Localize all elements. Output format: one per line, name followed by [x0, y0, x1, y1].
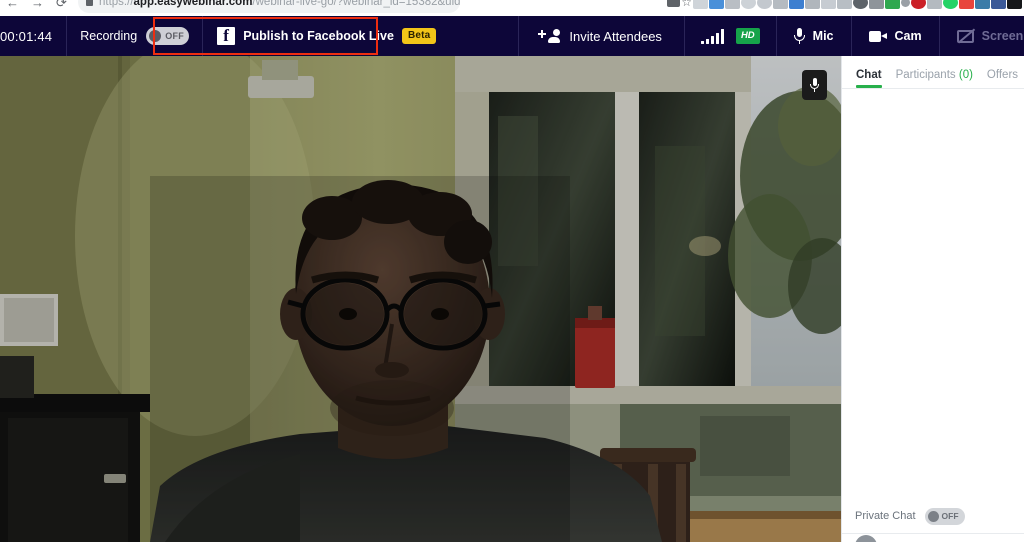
camera-icon: [868, 30, 887, 42]
extension-icon-14[interactable]: [901, 0, 910, 7]
session-timer: 00:01:44: [0, 28, 53, 44]
private-chat-label: Private Chat: [855, 510, 916, 522]
avatar: [855, 535, 877, 542]
facebook-live-label: Publish to Facebook Live: [243, 29, 394, 43]
mic-label: Mic: [812, 29, 834, 43]
pinterest-icon[interactable]: [911, 0, 926, 9]
app-toolbar: 00:01:44 Recording OFF Publish to Facebo…: [0, 16, 1024, 56]
forward-arrow-icon[interactable]: →: [31, 0, 44, 14]
url-prefix: https://: [99, 0, 134, 8]
facebook-ext-icon[interactable]: [991, 0, 1006, 9]
recording-toggle-group[interactable]: Recording OFF: [67, 16, 202, 56]
tab-participants-label: Participants: [895, 69, 956, 81]
toggle-knob: [149, 30, 162, 42]
extension-icon-11[interactable]: [853, 0, 868, 9]
cam-label: Cam: [894, 29, 922, 43]
recording-toggle[interactable]: OFF: [146, 27, 190, 45]
tab-chat-label: Chat: [856, 69, 882, 81]
extension-icon-4[interactable]: [741, 0, 756, 9]
extension-icon-1[interactable]: [693, 0, 708, 9]
cast-icon[interactable]: [667, 0, 681, 7]
extension-icon-10[interactable]: [837, 0, 852, 9]
recording-label: Recording: [80, 29, 138, 43]
url-text: https://app.easywebinar.com/webinar-live…: [99, 0, 460, 13]
private-chat-toggle-state: OFF: [941, 511, 959, 521]
back-arrow-icon[interactable]: ←: [6, 0, 19, 14]
screen-share-disabled-icon: [956, 28, 975, 44]
chat-message-list[interactable]: [842, 90, 1024, 499]
webcam-video-frame: [0, 56, 841, 542]
toggle-knob: [927, 510, 939, 522]
facebook-icon: [217, 27, 236, 45]
chat-sidebar: Chat Participants (0) Offers Private Cha…: [841, 56, 1024, 542]
extension-icon-15[interactable]: [927, 0, 942, 9]
hd-quality-badge: HD: [735, 28, 760, 44]
extension-icon-13[interactable]: [885, 0, 900, 9]
browser-nav-controls[interactable]: ← → ⟳ ⌂: [0, 0, 87, 14]
beta-badge: Beta: [401, 28, 437, 44]
tab-offers-label: Offers: [986, 69, 1019, 81]
publish-to-facebook-live-button[interactable]: Publish to Facebook Live Beta: [203, 16, 448, 56]
extension-icon-12[interactable]: [869, 0, 884, 9]
tab-offers[interactable]: Offers: [987, 69, 1018, 88]
extension-icon-8[interactable]: [805, 0, 820, 9]
extension-icon-2[interactable]: [709, 0, 724, 9]
cam-button[interactable]: Cam: [852, 16, 939, 56]
video-mic-status-overlay[interactable]: [802, 70, 827, 100]
private-chat-toggle-group[interactable]: Private Chat OFF: [842, 499, 1024, 534]
screen-label: Screen: [981, 29, 1024, 43]
reload-icon[interactable]: ⟳: [56, 0, 67, 14]
chat-input[interactable]: [885, 535, 1024, 542]
microphone-icon: [810, 78, 819, 92]
extension-icon-5[interactable]: [757, 0, 772, 9]
extension-icon-9[interactable]: [821, 0, 836, 9]
browser-chrome: ← → ⟳ ⌂ https://app.easywebinar.com/webi…: [0, 0, 1024, 16]
video-stage[interactable]: [0, 56, 841, 542]
tab-participants[interactable]: Participants (0): [896, 69, 973, 88]
extension-icons-row[interactable]: ☆: [667, 0, 1022, 13]
extension-icon-3[interactable]: [725, 0, 740, 9]
sidebar-tabs: Chat Participants (0) Offers: [842, 56, 1024, 89]
tab-chat[interactable]: Chat: [856, 69, 882, 88]
connection-quality-group: HD: [685, 16, 776, 56]
invite-attendees-button[interactable]: Invite Attendees: [519, 16, 684, 56]
extension-icon-16[interactable]: [959, 0, 974, 9]
add-person-icon: [538, 28, 561, 44]
extension-icon-17[interactable]: [975, 0, 990, 9]
signal-bars-icon: [700, 28, 724, 44]
address-bar[interactable]: https://app.easywebinar.com/webinar-live…: [78, 0, 460, 13]
extension-icon-6[interactable]: [773, 0, 788, 9]
recording-toggle-state: OFF: [165, 31, 185, 41]
microphone-icon: [793, 28, 805, 44]
extension-icon-7[interactable]: [789, 0, 804, 9]
extension-icon-18[interactable]: [1007, 0, 1022, 9]
url-domain: app.easywebinar.com: [133, 0, 253, 8]
mic-button[interactable]: Mic: [777, 16, 851, 56]
screen-share-button[interactable]: Screen: [940, 16, 1024, 56]
private-chat-toggle[interactable]: OFF: [924, 507, 965, 525]
participants-count: (0): [958, 69, 973, 81]
url-path: /webinar-live-go/?webinar_id=15382&uid=1…: [252, 0, 460, 8]
invite-attendees-label: Invite Attendees: [569, 28, 662, 44]
chat-composer[interactable]: [842, 535, 1024, 542]
whatsapp-icon[interactable]: [943, 0, 958, 9]
site-info-icon[interactable]: [86, 0, 93, 6]
bookmark-star-icon[interactable]: ☆: [681, 0, 692, 9]
